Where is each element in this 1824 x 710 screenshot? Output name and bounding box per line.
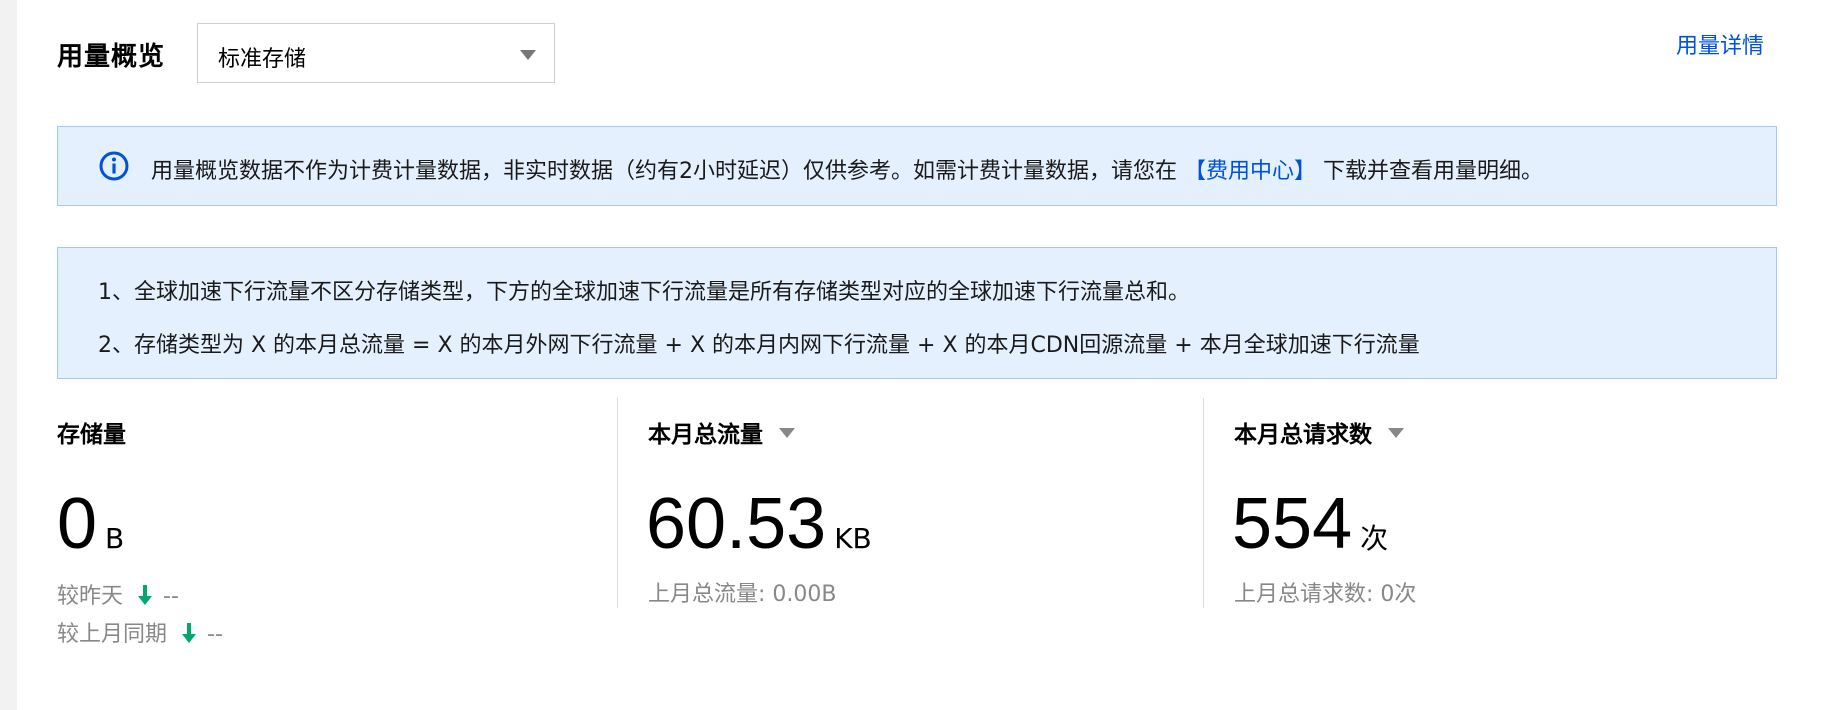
storage-stat-label: 存储量 <box>57 422 126 448</box>
last-month-requests: 上月总请求数: 0次 <box>1234 582 1417 607</box>
note-line: 1、全球加速下行流量不区分存储类型，下方的全球加速下行流量是所有存储类型对应的全… <box>98 280 1191 305</box>
usage-detail-link[interactable]: 用量详情 <box>1676 28 1764 60</box>
storage-stat: 存储量 0B 较昨天 -- 较上月同期 -- <box>57 398 617 647</box>
compare-yesterday: 较昨天 -- <box>57 578 179 610</box>
note-line: 2、存储类型为 X 的本月总流量 = X 的本月外网下行流量 + X 的本月内网… <box>98 333 1420 358</box>
traffic-stat-label-text: 本月总流量 <box>648 422 763 448</box>
storage-type-select-value: 标准存储 <box>218 47 307 72</box>
notice-text: 用量概览数据不作为计费计量数据，非实时数据（约有2小时延迟）仅供参考。如需计费计… <box>151 153 1543 185</box>
last-month-traffic: 上月总流量: 0.00B <box>648 582 837 607</box>
arrow-down-icon <box>182 623 197 643</box>
billing-notice: 用量概览数据不作为计费计量数据，非实时数据（约有2小时延迟）仅供参考。如需计费计… <box>57 126 1777 206</box>
info-icon <box>99 151 129 181</box>
compare-last-month: 较上月同期 -- <box>57 616 223 648</box>
page-title: 用量概览 <box>57 42 166 72</box>
usage-overview-panel: 用量概览 标准存储 用量详情 用量概览数据不作为计费计量数据，非实时数据（约有2… <box>17 0 1824 710</box>
requests-stat-label-text: 本月总请求数 <box>1234 422 1372 448</box>
billing-center-link[interactable]: 【费用中心】 <box>1184 159 1316 184</box>
traffic-unit: KB <box>834 522 872 555</box>
notice-text-after: 下载并查看用量明细。 <box>1316 159 1544 184</box>
storage-type-select[interactable]: 标准存储 <box>197 23 555 83</box>
arrow-down-icon <box>138 585 153 605</box>
chevron-down-icon <box>520 50 536 60</box>
storage-stat-value: 0B <box>57 483 124 565</box>
usage-stats: 存储量 0B 较昨天 -- 较上月同期 -- 本月总流量 60.53 KB 上月总流量… <box>57 398 1777 658</box>
usage-header: 用量概览 标准存储 用量详情 <box>17 0 1824 110</box>
requests-stat-value: 554 次 <box>1232 483 1388 565</box>
caret-down-icon[interactable] <box>1388 428 1404 438</box>
compare-yesterday-label: 较昨天 <box>57 584 124 609</box>
compare-last-month-value: -- <box>207 622 223 647</box>
traffic-value: 60.53 <box>646 484 827 564</box>
storage-value: 0 <box>57 484 98 564</box>
requests-stat: 本月总请求数 554 次 上月总请求数: 0次 <box>1203 398 1777 608</box>
storage-unit: B <box>105 522 125 555</box>
caret-down-icon[interactable] <box>779 428 795 438</box>
notice-text-before: 用量概览数据不作为计费计量数据，非实时数据（约有2小时延迟）仅供参考。如需计费计… <box>151 159 1184 184</box>
compare-yesterday-value: -- <box>163 584 179 609</box>
traffic-stat-value: 60.53 KB <box>646 483 872 565</box>
compare-last-month-label: 较上月同期 <box>57 622 168 647</box>
traffic-stat-label[interactable]: 本月总流量 <box>648 415 795 449</box>
requests-value: 554 <box>1232 484 1353 564</box>
requests-unit: 次 <box>1360 522 1389 555</box>
traffic-notes: 1、全球加速下行流量不区分存储类型，下方的全球加速下行流量是所有存储类型对应的全… <box>57 247 1777 379</box>
traffic-stat: 本月总流量 60.53 KB 上月总流量: 0.00B <box>617 398 1203 608</box>
requests-stat-label[interactable]: 本月总请求数 <box>1234 415 1404 449</box>
